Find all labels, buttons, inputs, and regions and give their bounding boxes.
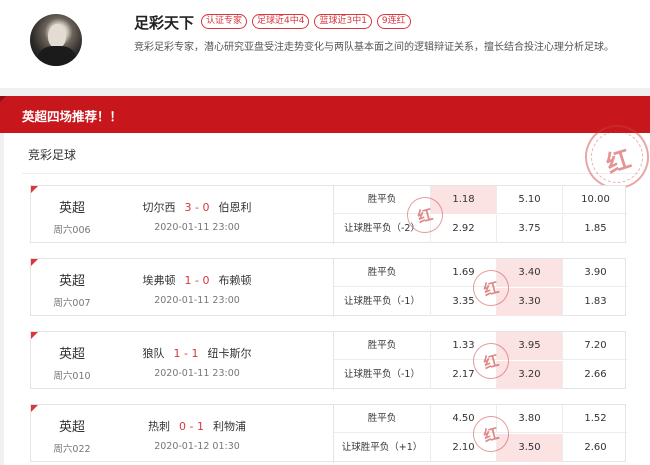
odds-cell[interactable]: 2.66 — [562, 361, 628, 389]
odds-cell[interactable]: 3.90 — [562, 259, 628, 287]
odds-cell[interactable]: 5.10 — [496, 186, 562, 214]
odds-row: 胜平负 1.69 3.40 3.90 — [334, 259, 628, 287]
corner-flag — [31, 259, 38, 266]
odds-cell[interactable]: 10.00 — [562, 186, 628, 214]
section-title: 竞彩足球 — [28, 148, 77, 162]
expert-name[interactable]: 足彩天下 — [134, 12, 194, 33]
home-team: 切尔西 — [142, 201, 176, 214]
tag-certified: 认证专家 — [201, 14, 248, 29]
corner-flag — [31, 405, 38, 412]
odds-cell[interactable]: 1.85 — [562, 215, 628, 243]
match-score: 3 - 0 — [184, 201, 210, 214]
match-score: 1 - 0 — [184, 274, 210, 287]
odds-cell[interactable]: 2.92 — [430, 215, 496, 243]
odds-cell[interactable]: 1.18 — [430, 186, 496, 214]
odds-cell[interactable]: 3.50 — [496, 434, 562, 462]
bet-type-label: 让球胜平负（-2） — [344, 223, 420, 234]
match-score: 0 - 1 — [179, 420, 204, 433]
match-code: 周六022 — [53, 444, 91, 455]
away-team: 利物浦 — [212, 420, 246, 433]
expert-description: 竞彩足彩专家，潜心研究亚盘受注走势变化与两队基本面之间的逻辑辩证关系，擅长结合投… — [134, 42, 614, 53]
page: 足彩天下 认证专家 足球近4中4 篮球近3中1 9连红 竞彩足彩专家，潜心研究亚… — [0, 0, 650, 465]
match-teams: 狼队 1 - 1 纽卡斯尔 — [113, 345, 281, 361]
match-time: 2020-01-11 23:00 — [154, 295, 240, 306]
league-name: 英超 — [58, 420, 85, 435]
match-code: 周六007 — [53, 298, 91, 309]
section-divider — [22, 173, 640, 174]
match-teams: 切尔西 3 - 0 伯恩利 — [113, 199, 281, 215]
home-team: 埃弗顿 — [142, 274, 176, 287]
odds-row: 胜平负 1.18 5.10 10.00 — [334, 186, 628, 214]
odds-table: 胜平负 1.18 5.10 10.00 让球胜平负（-2） 2.92 3.75 1.85 — [333, 186, 628, 244]
league-name: 英超 — [58, 347, 85, 362]
odds-cell[interactable]: 2.60 — [562, 434, 628, 462]
odds-cell[interactable]: 4.50 — [430, 405, 496, 433]
match-time: 2020-01-11 23:00 — [154, 222, 240, 233]
odds-table: 胜平负 1.69 3.40 3.90 让球胜平负（-1） 3.35 3.30 1.83 — [333, 259, 628, 317]
banner-fold — [0, 96, 6, 102]
recommendation-panel: 竞彩足球 红 英超 周六006 切尔西 3 - 0 伯恩利 2020-01-11 23:0… — [4, 116, 650, 465]
bet-type-label: 胜平负 — [367, 267, 397, 278]
odds-cell[interactable]: 3.80 — [496, 405, 562, 433]
recommend-banner: 英超四场推荐！！ — [0, 96, 650, 133]
bet-type-label: 让球胜平负（-1） — [344, 369, 420, 380]
match-time: 2020-01-11 23:00 — [154, 368, 240, 379]
odds-cell[interactable]: 2.10 — [430, 434, 496, 462]
odds-row: 让球胜平负（+1） 2.10 3.50 2.60 — [334, 434, 628, 462]
bet-type-label: 胜平负 — [367, 194, 397, 205]
odds-row: 让球胜平负（-1） 3.35 3.30 1.83 — [334, 288, 628, 316]
tag-win-streak: 9连红 — [376, 14, 411, 29]
expert-tags: 认证专家 足球近4中4 篮球近3中1 9连红 — [201, 14, 411, 29]
away-team: 纽卡斯尔 — [207, 347, 252, 360]
match-teams: 埃弗顿 1 - 0 布赖顿 — [113, 272, 281, 288]
odds-cell[interactable]: 3.20 — [496, 361, 562, 389]
bet-type-label: 胜平负 — [367, 340, 397, 351]
match-card[interactable]: 英超周六010 狼队 1 - 1 纽卡斯尔 2020-01-11 23:00 胜平负 1.3… — [30, 331, 628, 390]
odds-row: 让球胜平负（-1） 2.17 3.20 2.66 — [334, 361, 628, 389]
odds-cell[interactable]: 1.33 — [430, 332, 496, 360]
match-code: 周六010 — [53, 371, 91, 382]
odds-table: 胜平负 4.50 3.80 1.52 让球胜平负（+1） 2.10 3.50 2.60 — [333, 405, 628, 463]
bet-type-label: 让球胜平负（-1） — [344, 296, 420, 307]
odds-cell[interactable]: 3.35 — [430, 288, 496, 316]
away-team: 伯恩利 — [218, 201, 252, 214]
corner-flag — [31, 186, 38, 193]
match-card[interactable]: 英超周六022 热刺 0 - 1 利物浦 2020-01-12 01:30 胜平负 4.50… — [30, 404, 628, 463]
odds-cell[interactable]: 3.95 — [496, 332, 562, 360]
odds-cell[interactable]: 1.83 — [562, 288, 628, 316]
odds-cell[interactable]: 3.40 — [496, 259, 562, 287]
odds-row: 让球胜平负（-2） 2.92 3.75 1.85 — [334, 215, 628, 243]
odds-cell[interactable]: 3.75 — [496, 215, 562, 243]
home-team: 热刺 — [148, 420, 171, 433]
away-team: 布赖顿 — [218, 274, 252, 287]
corner-flag — [31, 332, 38, 339]
odds-cell[interactable]: 7.20 — [562, 332, 628, 360]
league-name: 英超 — [58, 201, 85, 216]
odds-row: 胜平负 4.50 3.80 1.52 — [334, 405, 628, 433]
match-card[interactable]: 英超周六007 埃弗顿 1 - 0 布赖顿 2020-01-11 23:00 胜平负 1.6… — [30, 258, 628, 317]
odds-cell[interactable]: 1.69 — [430, 259, 496, 287]
tag-football-record: 足球近4中4 — [252, 14, 310, 29]
match-time: 2020-01-12 01:30 — [154, 441, 240, 452]
expert-header: 足彩天下 认证专家 足球近4中4 篮球近3中1 9连红 竞彩足彩专家，潜心研究亚… — [0, 0, 650, 88]
home-team: 狼队 — [142, 347, 165, 360]
bet-type-label: 胜平负 — [367, 413, 397, 424]
odds-row: 胜平负 1.33 3.95 7.20 — [334, 332, 628, 360]
odds-cell[interactable]: 3.30 — [496, 288, 562, 316]
banner-title: 英超四场推荐！！ — [22, 109, 123, 124]
avatar[interactable] — [30, 14, 82, 66]
bet-type-label: 让球胜平负（+1） — [341, 442, 423, 453]
tag-basketball-record: 篮球近3中1 — [314, 14, 372, 29]
odds-cell[interactable]: 2.17 — [430, 361, 496, 389]
league-name: 英超 — [58, 274, 85, 289]
match-code: 周六006 — [53, 225, 91, 236]
match-teams: 热刺 0 - 1 利物浦 — [113, 418, 281, 434]
match-card[interactable]: 英超周六006 切尔西 3 - 0 伯恩利 2020-01-11 23:00 胜平负 1.1… — [30, 185, 628, 244]
match-score: 1 - 1 — [173, 347, 199, 360]
odds-table: 胜平负 1.33 3.95 7.20 让球胜平负（-1） 2.17 3.20 2.66 — [333, 332, 628, 390]
odds-cell[interactable]: 1.52 — [562, 405, 628, 433]
